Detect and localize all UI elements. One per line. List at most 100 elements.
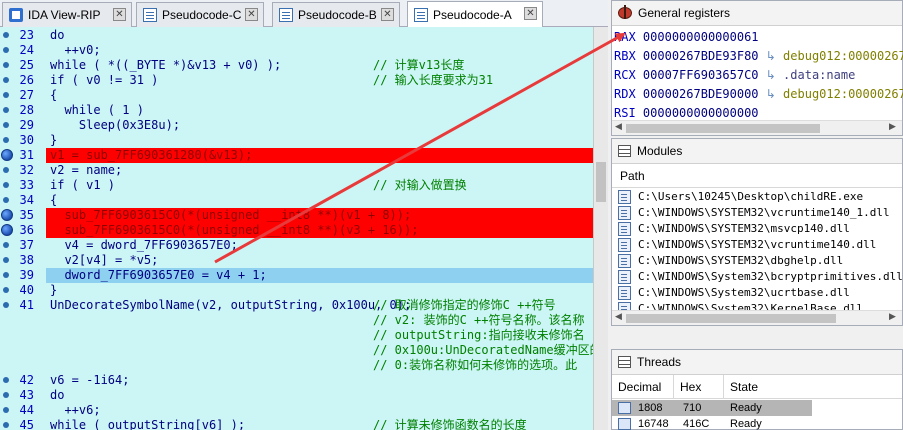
module-row[interactable]: C:\WINDOWS\SYSTEM32\dbghelp.dll bbox=[618, 253, 843, 269]
column-header-state[interactable]: State bbox=[724, 375, 814, 399]
thread-row[interactable]: 1808 710 Ready bbox=[612, 400, 812, 416]
line-gutter[interactable] bbox=[0, 343, 46, 358]
code-line[interactable]: 34 { bbox=[0, 193, 593, 208]
line-marker-icon[interactable] bbox=[3, 242, 9, 248]
register-row[interactable]: RBX 00000267BDE93F80 ↳ debug012:00000267 bbox=[614, 47, 903, 65]
code-line[interactable]: 42 v6 = -1i64; bbox=[0, 373, 593, 388]
line-gutter[interactable]: 40 bbox=[0, 283, 46, 298]
code-line[interactable]: 40} bbox=[0, 283, 593, 298]
code-line[interactable]: // 0:装饰名称如何未修饰的选项。此 bbox=[0, 358, 593, 373]
line-gutter[interactable] bbox=[0, 328, 46, 343]
scroll-left-icon[interactable]: ◀ bbox=[615, 122, 625, 132]
scrollbar-thumb[interactable] bbox=[626, 314, 836, 323]
register-row[interactable]: RCX 00007FF6903657C0 ↳ .data:name bbox=[614, 66, 855, 84]
code-line[interactable]: 41 UnDecorateSymbolName(v2, outputString,… bbox=[0, 298, 593, 313]
line-gutter[interactable]: 44 bbox=[0, 403, 46, 418]
line-gutter[interactable]: 41 bbox=[0, 298, 46, 313]
code-line[interactable]: 28 while ( 1 ) bbox=[0, 103, 593, 118]
column-header-decimal[interactable]: Decimal bbox=[612, 374, 674, 399]
code-line[interactable]: // 0x100u:UnDecoratedName缓冲区的 bbox=[0, 343, 593, 358]
line-marker-icon[interactable] bbox=[3, 92, 9, 98]
line-gutter[interactable]: 33 bbox=[0, 178, 46, 193]
module-row[interactable]: C:\WINDOWS\SYSTEM32\msvcp140.dll bbox=[618, 221, 850, 237]
close-icon[interactable]: ✕ bbox=[381, 8, 394, 21]
code-line[interactable]: 35 sub_7FF6903615C0(*(unsigned __int8 **… bbox=[0, 208, 593, 223]
close-icon[interactable]: ✕ bbox=[245, 8, 258, 21]
module-row[interactable]: C:\Users\10245\Desktop\childRE.exe bbox=[618, 189, 863, 205]
line-gutter[interactable] bbox=[0, 358, 46, 373]
code-line[interactable]: 38 v2[v4] = *v5; bbox=[0, 253, 593, 268]
line-gutter[interactable]: 36 bbox=[0, 223, 46, 238]
line-marker-icon[interactable] bbox=[3, 47, 9, 53]
line-gutter[interactable] bbox=[0, 313, 46, 328]
scroll-right-icon[interactable]: ▶ bbox=[889, 312, 899, 322]
line-gutter[interactable]: 34 bbox=[0, 193, 46, 208]
module-row[interactable]: C:\WINDOWS\SYSTEM32\vcruntime140.dll bbox=[618, 237, 876, 253]
code-line[interactable]: // outputString:指向接收未修饰名 bbox=[0, 328, 593, 343]
line-gutter[interactable]: 30 bbox=[0, 133, 46, 148]
scrollbar-thumb[interactable] bbox=[596, 162, 606, 202]
code-line[interactable]: 44 ++v6; bbox=[0, 403, 593, 418]
code-line[interactable]: 45 while ( outputString[v6] ); // 计算未修饰函数名… bbox=[0, 418, 593, 430]
code-line[interactable]: // v2: 装饰的C ++符号名称。该名称 bbox=[0, 313, 593, 328]
line-marker-icon[interactable] bbox=[3, 107, 9, 113]
tab-pseudocode-c[interactable]: Pseudocode-C ✕ bbox=[136, 2, 264, 27]
module-row[interactable]: C:\WINDOWS\System32\ucrtbase.dll bbox=[618, 285, 850, 301]
pseudocode-listing[interactable]: 23 do 24 ++v0; 25 while ( *((_BYTE *)&v13 + … bbox=[0, 27, 593, 430]
line-marker-icon[interactable] bbox=[3, 377, 9, 383]
line-marker-icon[interactable] bbox=[3, 287, 9, 293]
horizontal-scrollbar[interactable]: ◀ ▶ bbox=[612, 120, 902, 135]
vertical-scrollbar[interactable] bbox=[593, 27, 608, 430]
line-gutter[interactable]: 39 bbox=[0, 268, 46, 283]
code-line[interactable]: 24 ++v0; bbox=[0, 43, 593, 58]
line-marker-icon[interactable] bbox=[3, 392, 9, 398]
code-line[interactable]: 25 while ( *((_BYTE *)&v13 + v0) ); // 计算v… bbox=[0, 58, 593, 73]
line-gutter[interactable]: 43 bbox=[0, 388, 46, 403]
code-line[interactable]: 26 if ( v0 != 31 ) // 输入长度要求为31 bbox=[0, 73, 593, 88]
tab-pseudocode-b[interactable]: Pseudocode-B ✕ bbox=[272, 2, 400, 27]
line-marker-icon[interactable] bbox=[3, 182, 9, 188]
line-marker-icon[interactable] bbox=[3, 32, 9, 38]
line-gutter[interactable]: 38 bbox=[0, 253, 46, 268]
line-marker-icon[interactable] bbox=[3, 77, 9, 83]
scroll-left-icon[interactable]: ◀ bbox=[615, 312, 625, 322]
line-marker-icon[interactable] bbox=[3, 407, 9, 413]
code-line[interactable]: 29 Sleep(0x3E8u); bbox=[0, 118, 593, 133]
code-line[interactable]: 27 { bbox=[0, 88, 593, 103]
code-line[interactable]: 33 if ( v1 ) // 对输入做置换 bbox=[0, 178, 593, 193]
line-gutter[interactable]: 24 bbox=[0, 43, 46, 58]
close-icon[interactable]: ✕ bbox=[524, 7, 537, 20]
horizontal-scrollbar[interactable]: ◀ ▶ bbox=[612, 310, 902, 325]
code-line[interactable]: 31 v1 = sub_7FF690361280(&v13); bbox=[0, 148, 593, 163]
module-row[interactable]: C:\WINDOWS\SYSTEM32\vcruntime140_1.dll bbox=[618, 205, 890, 221]
line-marker-icon[interactable] bbox=[3, 422, 9, 428]
line-gutter[interactable]: 32 bbox=[0, 163, 46, 178]
line-gutter[interactable]: 42 bbox=[0, 373, 46, 388]
line-gutter[interactable]: 25 bbox=[0, 58, 46, 73]
line-gutter[interactable]: 29 bbox=[0, 118, 46, 133]
close-icon[interactable]: ✕ bbox=[113, 8, 126, 21]
line-marker-icon[interactable] bbox=[3, 122, 9, 128]
register-row[interactable]: RDX 00000267BDE90000 ↳ debug012:00000267 bbox=[614, 85, 903, 103]
column-header-path[interactable]: Path bbox=[612, 164, 902, 188]
scroll-right-icon[interactable]: ▶ bbox=[889, 122, 899, 132]
column-header-hex[interactable]: Hex bbox=[674, 374, 724, 399]
line-marker-icon[interactable] bbox=[3, 302, 9, 308]
code-line[interactable]: 32 v2 = name; bbox=[0, 163, 593, 178]
line-marker-icon[interactable] bbox=[3, 137, 9, 143]
line-gutter[interactable]: 45 bbox=[0, 418, 46, 430]
line-gutter[interactable]: 26 bbox=[0, 73, 46, 88]
line-gutter[interactable]: 37 bbox=[0, 238, 46, 253]
line-gutter[interactable]: 35 bbox=[0, 208, 46, 223]
line-marker-icon[interactable] bbox=[3, 167, 9, 173]
line-gutter[interactable]: 28 bbox=[0, 103, 46, 118]
line-marker-icon[interactable] bbox=[3, 197, 9, 203]
thread-row[interactable]: 16748 416C Ready bbox=[612, 416, 902, 430]
line-gutter[interactable]: 31 bbox=[0, 148, 46, 163]
line-marker-icon[interactable] bbox=[3, 62, 9, 68]
tab-ida-view-rip[interactable]: IDA View-RIP ✕ bbox=[2, 2, 132, 27]
module-row[interactable]: C:\WINDOWS\System32\bcryptprimitives.dll bbox=[618, 269, 903, 285]
line-gutter[interactable]: 23 bbox=[0, 28, 46, 43]
code-line[interactable]: 23 do bbox=[0, 28, 593, 43]
code-line[interactable]: 30} bbox=[0, 133, 593, 148]
